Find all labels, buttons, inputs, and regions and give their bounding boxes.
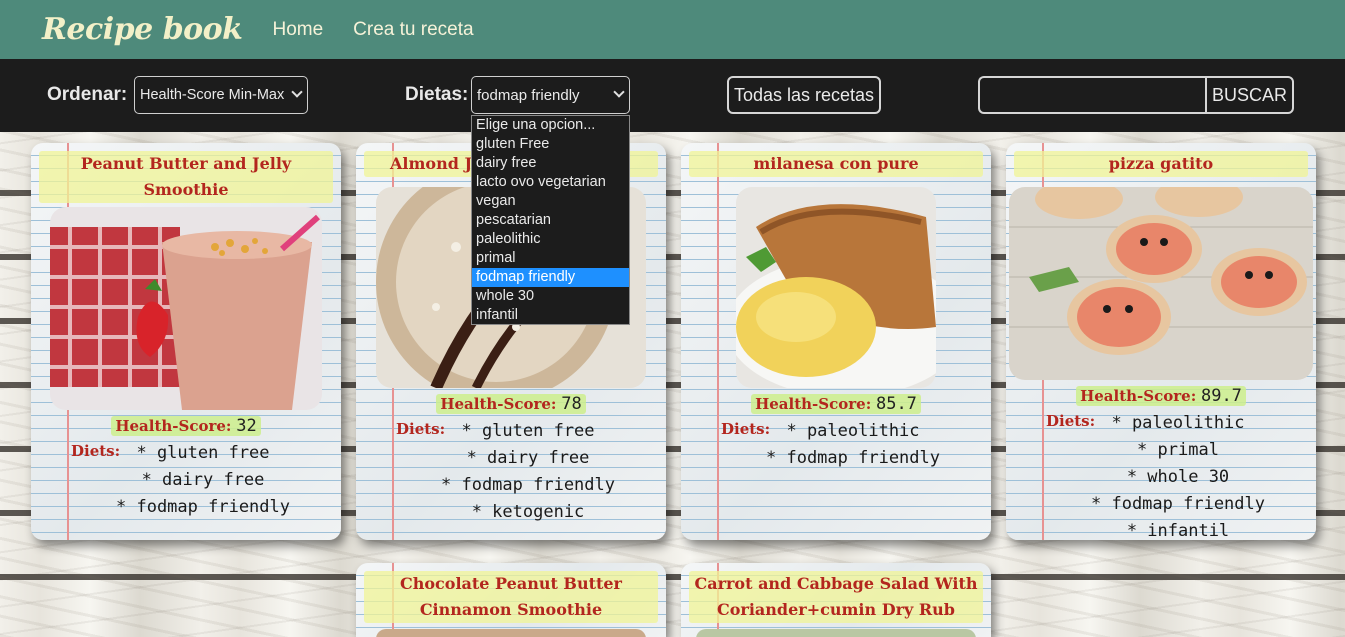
recipe-title[interactable]: milanesa con pure [689, 151, 983, 177]
diet-option[interactable]: dairy free [472, 154, 629, 173]
diets-list: Diets: * paleolithic * primal * whole 30… [1006, 410, 1316, 540]
health-score-highlight: Health-Score: 78 [436, 394, 586, 414]
nav-home-link[interactable]: Home [272, 19, 323, 41]
health-score-label: Health-Score: [115, 417, 232, 435]
recipe-card[interactable]: pizza gatito Health-Score: 89.7 Diets: *… [1006, 143, 1316, 540]
milanesa-photo[interactable] [736, 187, 936, 388]
health-score-highlight: Health-Score: 32 [111, 416, 261, 436]
diet-option[interactable]: paleolithic [472, 230, 629, 249]
brand-logo[interactable]: Recipe book [42, 12, 243, 47]
health-score-label: Health-Score: [440, 395, 557, 413]
recipe-card[interactable]: Carrot and Cabbage Salad With Coriander+… [681, 563, 991, 637]
diets-label: Diets: [396, 420, 446, 438]
health-score-label: Health-Score: [1080, 387, 1197, 405]
nav-create-recipe-link[interactable]: Crea tu receta [353, 19, 473, 41]
health-score: Health-Score: 32 [31, 416, 341, 436]
diet-option[interactable]: infantil [472, 306, 629, 325]
health-score: Health-Score: 85.7 [681, 394, 991, 414]
diets-label: Diets: [721, 420, 771, 438]
diet-option[interactable]: Elige una opcion... [472, 116, 629, 135]
diets-list: Diets: * gluten free * dairy free * fodm… [356, 418, 666, 526]
diet-item: * fodmap friendly [766, 448, 940, 468]
chevron-down-icon [613, 86, 625, 98]
diet-option[interactable]: primal [472, 249, 629, 268]
order-select-value: Health-Score Min-Max [140, 87, 285, 103]
diets-list: Diets: * gluten free * dairy free * fodm… [31, 440, 341, 521]
order-label: Ordenar: [47, 84, 128, 105]
diet-item: * fodmap friendly [116, 497, 290, 517]
recipe-title[interactable]: Peanut Butter and Jelly Smoothie [39, 151, 333, 203]
recipe-card[interactable]: Peanut Butter and Jelly Smoothie Health-… [31, 143, 341, 540]
health-score-value: 78 [561, 394, 582, 414]
diets-dropdown-list: Elige una opcion... gluten Free dairy fr… [471, 115, 630, 325]
diet-option[interactable]: whole 30 [472, 287, 629, 306]
diet-option[interactable]: gluten Free [472, 135, 629, 154]
health-score-value: 85.7 [875, 394, 917, 414]
health-score-label: Health-Score: [755, 395, 872, 413]
diet-item: * fodmap friendly [1091, 494, 1265, 514]
chevron-down-icon [291, 86, 303, 98]
diet-item: * ketogenic [471, 502, 585, 522]
diets-label: Diets: [71, 442, 121, 460]
diet-option[interactable]: pescatarian [472, 211, 629, 230]
health-score-highlight: Health-Score: 89.7 [1076, 386, 1246, 406]
diet-option-selected[interactable]: fodmap friendly [472, 268, 629, 287]
health-score-value: 32 [236, 416, 257, 436]
search-input[interactable] [978, 76, 1206, 114]
diets-list: Diets: * paleolithic * fodmap friendly [681, 418, 991, 472]
recipe-title[interactable]: Carrot and Cabbage Salad With Coriander+… [689, 571, 983, 623]
recipe-card[interactable]: milanesa con pure Health-Score: 85.7 Die… [681, 143, 991, 540]
diet-option[interactable]: lacto ovo vegetarian [472, 173, 629, 192]
health-score-highlight: Health-Score: 85.7 [751, 394, 921, 414]
chocolate-smoothie-photo[interactable] [376, 629, 646, 637]
diets-label: Diets: [1046, 412, 1096, 430]
recipe-title[interactable]: pizza gatito [1014, 151, 1308, 177]
health-score-value: 89.7 [1200, 386, 1242, 406]
order-select[interactable]: Health-Score Min-Max [134, 76, 308, 114]
diets-select-value: fodmap friendly [477, 86, 580, 104]
recipe-title[interactable]: Chocolate Peanut Butter Cinnamon Smoothi… [364, 571, 658, 623]
recipe-card[interactable]: Chocolate Peanut Butter Cinnamon Smoothi… [356, 563, 666, 637]
diet-item: * dairy free [466, 448, 590, 468]
salad-photo[interactable] [696, 629, 976, 637]
cat-pizza-photo[interactable] [1009, 187, 1313, 380]
all-recipes-button[interactable]: Todas las recetas [727, 76, 881, 114]
filter-bar: Ordenar: Health-Score Min-Max Dietas: fo… [0, 59, 1345, 132]
smoothie-photo[interactable] [50, 207, 322, 410]
diet-item: * infantil [1126, 521, 1230, 540]
health-score: Health-Score: 78 [356, 394, 666, 414]
health-score: Health-Score: 89.7 [1006, 386, 1316, 406]
diets-label: Dietas: [405, 84, 469, 105]
diet-item: * whole 30 [1126, 467, 1230, 487]
diet-item: * dairy free [141, 470, 265, 490]
diet-item: * primal [1137, 440, 1219, 460]
diet-item: * fodmap friendly [441, 475, 615, 495]
diets-select[interactable]: fodmap friendly [471, 76, 630, 114]
top-navbar: Recipe book Home Crea tu receta [0, 0, 1345, 59]
diet-option[interactable]: vegan [472, 192, 629, 211]
search-button[interactable]: BUSCAR [1205, 76, 1294, 114]
